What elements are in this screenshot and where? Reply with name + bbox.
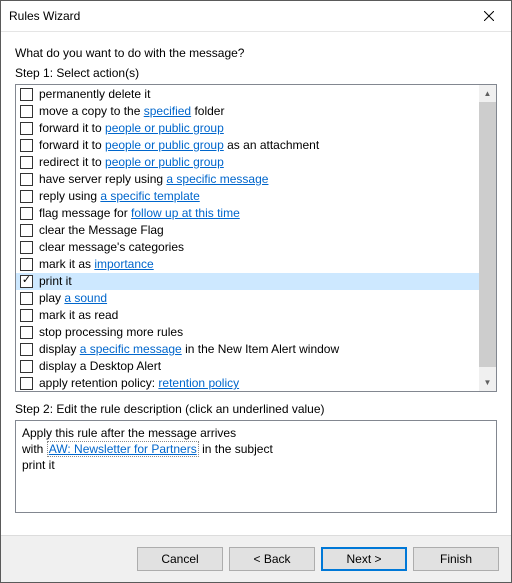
action-checkbox[interactable] bbox=[20, 224, 33, 237]
action-row[interactable]: reply using a specific template bbox=[16, 188, 479, 205]
action-checkbox[interactable] bbox=[20, 190, 33, 203]
rule-description-box: Apply this rule after the message arrive… bbox=[15, 420, 497, 513]
finish-button[interactable]: Finish bbox=[413, 547, 499, 571]
action-label: have server reply using a specific messa… bbox=[39, 171, 268, 188]
action-label: clear message's categories bbox=[39, 239, 184, 256]
action-row[interactable]: apply retention policy: retention policy bbox=[16, 375, 479, 391]
action-label: forward it to people or public group as … bbox=[39, 137, 319, 154]
action-label: mark it as read bbox=[39, 307, 118, 324]
action-link[interactable]: a sound bbox=[64, 291, 107, 305]
action-row[interactable]: clear the Message Flag bbox=[16, 222, 479, 239]
rules-wizard-window: Rules Wizard What do you want to do with… bbox=[0, 0, 512, 583]
action-checkbox[interactable] bbox=[20, 139, 33, 152]
action-row[interactable]: permanently delete it bbox=[16, 86, 479, 103]
titlebar: Rules Wizard bbox=[1, 1, 511, 32]
action-link[interactable]: retention policy bbox=[158, 376, 239, 390]
action-row[interactable]: stop processing more rules bbox=[16, 324, 479, 341]
button-row: Cancel < Back Next > Finish bbox=[1, 535, 511, 582]
scrollbar[interactable]: ▲ ▼ bbox=[479, 85, 496, 391]
action-checkbox[interactable] bbox=[20, 326, 33, 339]
actions-listbox: permanently delete itmove a copy to the … bbox=[15, 84, 497, 392]
action-label: move a copy to the specified folder bbox=[39, 103, 224, 120]
action-row[interactable]: have server reply using a specific messa… bbox=[16, 171, 479, 188]
action-link[interactable]: specified bbox=[144, 104, 191, 118]
action-row[interactable]: display a specific message in the New It… bbox=[16, 341, 479, 358]
action-label: display a specific message in the New It… bbox=[39, 341, 339, 358]
desc-line3: print it bbox=[22, 457, 490, 473]
wizard-content: What do you want to do with the message?… bbox=[1, 32, 511, 535]
scroll-down-icon[interactable]: ▼ bbox=[479, 374, 496, 391]
action-link[interactable]: people or public group bbox=[105, 121, 224, 135]
wizard-heading: What do you want to do with the message? bbox=[15, 46, 497, 60]
action-checkbox[interactable] bbox=[20, 88, 33, 101]
action-checkbox[interactable] bbox=[20, 377, 33, 390]
subject-value-link[interactable]: AW: Newsletter for Partners bbox=[47, 441, 199, 457]
step1-label: Step 1: Select action(s) bbox=[15, 66, 497, 80]
close-icon bbox=[484, 11, 494, 21]
action-checkbox[interactable] bbox=[20, 275, 33, 288]
action-label: redirect it to people or public group bbox=[39, 154, 224, 171]
action-checkbox[interactable] bbox=[20, 343, 33, 356]
action-row[interactable]: forward it to people or public group as … bbox=[16, 137, 479, 154]
back-button[interactable]: < Back bbox=[229, 547, 315, 571]
action-label: print it bbox=[39, 273, 72, 290]
actions-list[interactable]: permanently delete itmove a copy to the … bbox=[16, 85, 479, 391]
action-checkbox[interactable] bbox=[20, 258, 33, 271]
step2-label: Step 2: Edit the rule description (click… bbox=[15, 402, 497, 416]
action-row[interactable]: redirect it to people or public group bbox=[16, 154, 479, 171]
action-label: mark it as importance bbox=[39, 256, 154, 273]
action-checkbox[interactable] bbox=[20, 173, 33, 186]
action-checkbox[interactable] bbox=[20, 309, 33, 322]
action-row[interactable]: display a Desktop Alert bbox=[16, 358, 479, 375]
action-row[interactable]: play a sound bbox=[16, 290, 479, 307]
action-row[interactable]: mark it as importance bbox=[16, 256, 479, 273]
action-label: clear the Message Flag bbox=[39, 222, 164, 239]
action-checkbox[interactable] bbox=[20, 156, 33, 169]
action-label: apply retention policy: retention policy bbox=[39, 375, 239, 391]
action-checkbox[interactable] bbox=[20, 105, 33, 118]
action-label: stop processing more rules bbox=[39, 324, 183, 341]
action-row[interactable]: move a copy to the specified folder bbox=[16, 103, 479, 120]
action-checkbox[interactable] bbox=[20, 207, 33, 220]
close-button[interactable] bbox=[466, 1, 511, 31]
action-label: flag message for follow up at this time bbox=[39, 205, 240, 222]
action-label: reply using a specific template bbox=[39, 188, 200, 205]
action-checkbox[interactable] bbox=[20, 292, 33, 305]
desc-line1: Apply this rule after the message arrive… bbox=[22, 425, 490, 441]
action-label: forward it to people or public group bbox=[39, 120, 224, 137]
action-label: display a Desktop Alert bbox=[39, 358, 161, 375]
cancel-button[interactable]: Cancel bbox=[137, 547, 223, 571]
action-link[interactable]: a specific message bbox=[80, 342, 182, 356]
action-link[interactable]: a specific message bbox=[166, 172, 268, 186]
action-link[interactable]: follow up at this time bbox=[131, 206, 240, 220]
desc-line2: with AW: Newsletter for Partners in the … bbox=[22, 441, 490, 457]
scroll-thumb[interactable] bbox=[479, 102, 496, 367]
action-checkbox[interactable] bbox=[20, 122, 33, 135]
action-label: play a sound bbox=[39, 290, 107, 307]
action-row[interactable]: mark it as read bbox=[16, 307, 479, 324]
action-link[interactable]: people or public group bbox=[105, 155, 224, 169]
action-link[interactable]: importance bbox=[94, 257, 153, 271]
action-label: permanently delete it bbox=[39, 86, 150, 103]
action-checkbox[interactable] bbox=[20, 360, 33, 373]
next-button[interactable]: Next > bbox=[321, 547, 407, 571]
action-checkbox[interactable] bbox=[20, 241, 33, 254]
action-link[interactable]: people or public group bbox=[105, 138, 224, 152]
scroll-up-icon[interactable]: ▲ bbox=[479, 85, 496, 102]
action-row[interactable]: print it bbox=[16, 273, 479, 290]
window-title: Rules Wizard bbox=[9, 9, 466, 23]
action-row[interactable]: forward it to people or public group bbox=[16, 120, 479, 137]
action-row[interactable]: flag message for follow up at this time bbox=[16, 205, 479, 222]
action-row[interactable]: clear message's categories bbox=[16, 239, 479, 256]
action-link[interactable]: a specific template bbox=[100, 189, 199, 203]
